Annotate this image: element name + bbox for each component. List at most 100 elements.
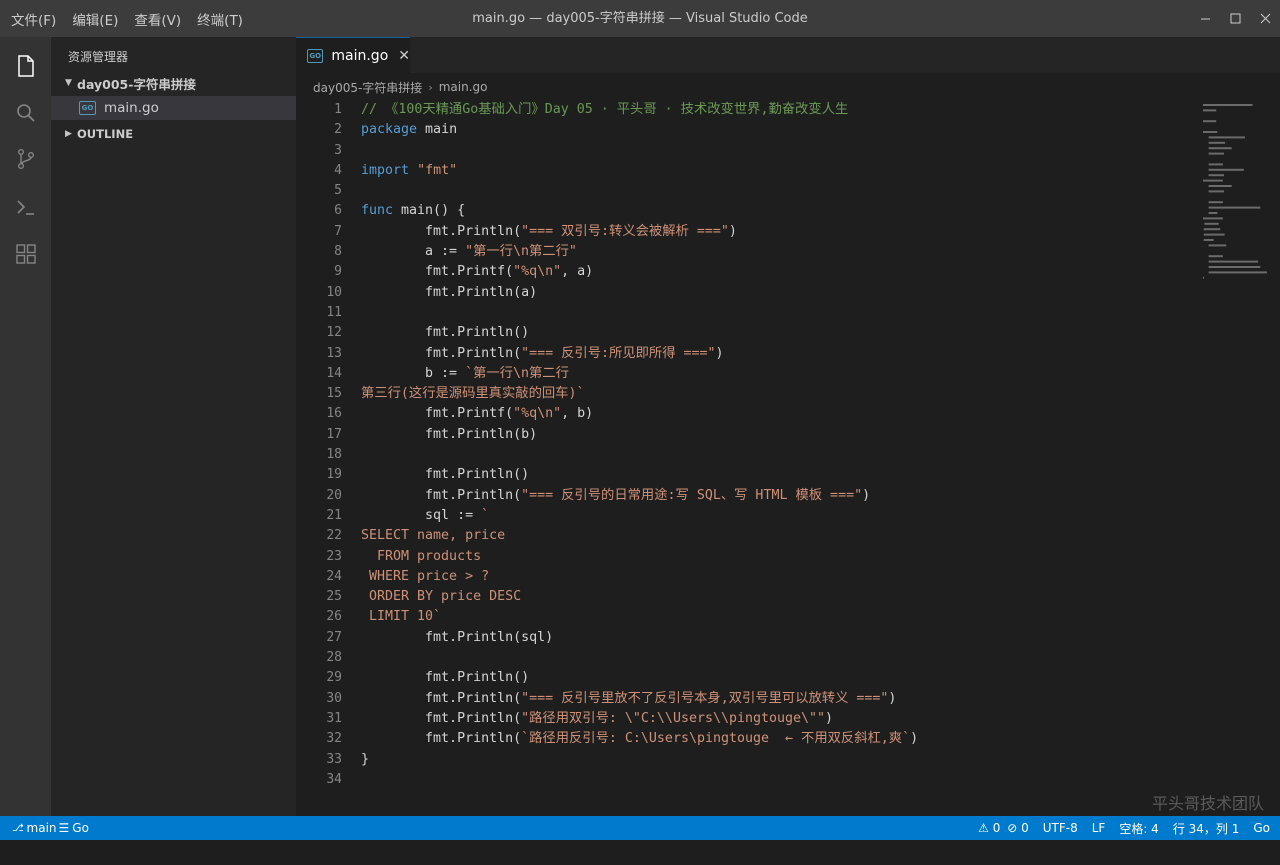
code-line[interactable]: // 《100天精通Go基础入门》Day 05 · 平头哥 · 技术改变世界,勤… <box>361 100 918 120</box>
code-line[interactable]: ORDER BY price DESC <box>361 587 918 607</box>
cursor-position[interactable]: 行 34，列 1 <box>1173 820 1240 837</box>
code-token: ) <box>862 487 871 503</box>
code-token: fmt.Println(sql) <box>361 629 554 645</box>
menu-view[interactable]: 查看(V) <box>126 9 189 29</box>
line-number: 10 <box>326 284 342 300</box>
line-number: 15 <box>326 386 342 402</box>
line-number: 34 <box>326 771 342 787</box>
language-mode[interactable]: Go <box>1253 821 1270 835</box>
extensions-button[interactable] <box>0 231 51 277</box>
minimap-line <box>1208 163 1223 166</box>
code-line[interactable]: SELECT name, price <box>361 526 918 546</box>
code-line[interactable]: fmt.Println("=== 双引号:转义会被解析 ===") <box>361 222 918 242</box>
file-row-main-go[interactable]: GO main.go <box>51 96 296 120</box>
explorer-button[interactable] <box>0 43 51 89</box>
problems-indicator[interactable]: ⚠ 0 ⊘ 0 <box>978 821 1029 835</box>
code-line[interactable]: func main() { <box>361 201 918 221</box>
code-line[interactable]: WHERE price > ? <box>361 567 918 587</box>
code-token: b := <box>361 365 466 381</box>
code-line[interactable]: fmt.Println("=== 反引号:所见即所得 ===") <box>361 344 918 364</box>
code-line[interactable] <box>361 141 918 161</box>
menu-bar: 文件(F) 编辑(E) 查看(V) 终端(T) <box>3 0 251 37</box>
line-number: 29 <box>326 670 342 686</box>
code-line[interactable]: fmt.Println("=== 反引号里放不了反引号本身,双引号里可以放转义 … <box>361 689 918 709</box>
close-icon <box>1260 13 1270 24</box>
code-token: } <box>361 751 370 767</box>
search-button[interactable] <box>0 90 51 136</box>
code-line[interactable]: sql := ` <box>361 506 918 526</box>
title-bar: 文件(F) 编辑(E) 查看(V) 终端(T) main.go — day005… <box>0 0 1280 37</box>
code-line[interactable]: fmt.Println() <box>361 323 918 343</box>
minimap-line <box>1208 201 1223 204</box>
code-token: fmt.Println(b) <box>361 426 538 442</box>
code-line[interactable] <box>361 303 918 323</box>
minimap-line <box>1203 131 1218 133</box>
encoding[interactable]: UTF-8 <box>1043 821 1078 835</box>
code-line[interactable]: fmt.Println(b) <box>361 425 918 445</box>
code-line[interactable]: fmt.Println() <box>361 465 918 485</box>
maximize-button[interactable] <box>1220 0 1250 37</box>
extensions-icon <box>15 244 36 264</box>
code-token: "%q\n" <box>513 264 562 280</box>
terminal-button[interactable] <box>0 184 51 230</box>
tab-main-go[interactable]: GO main.go ✕ <box>296 37 410 73</box>
language-left[interactable]: Go <box>72 821 89 835</box>
code-token: ) <box>728 223 737 239</box>
code-line[interactable]: import "fmt" <box>361 161 918 181</box>
code-token: "=== 反引号的日常用途:写 SQL、写 HTML 模板 ===" <box>521 487 863 503</box>
code-token: ) <box>910 731 919 747</box>
code-line[interactable] <box>361 648 918 668</box>
code-line[interactable]: } <box>361 750 918 770</box>
line-number: 12 <box>326 325 342 341</box>
menu-edit[interactable]: 编辑(E) <box>64 9 126 29</box>
close-button[interactable] <box>1250 0 1280 37</box>
code-line[interactable]: a := "第一行\n第二行" <box>361 242 918 262</box>
code-line[interactable]: LIMIT 10` <box>361 607 918 627</box>
minimap-line <box>1208 136 1245 139</box>
code-token: `第一行\n第二行 <box>465 365 569 381</box>
code-token: ) <box>888 690 897 706</box>
code-line[interactable]: fmt.Printf("%q\n", b) <box>361 404 918 424</box>
code-line[interactable]: FROM products <box>361 547 918 567</box>
indentation[interactable]: 空格: 4 <box>1119 820 1159 837</box>
code-line[interactable]: fmt.Println("路径用双引号: \"C:\\Users\\pingto… <box>361 709 918 729</box>
code-line[interactable] <box>361 770 918 790</box>
folder-row[interactable]: ▼ day005-字符串拼接 <box>51 71 296 95</box>
code-editor[interactable]: 1 2 3 4 5 6 7 8 9 10 11 12 13 14 15 16 17 18 19 20 21 22 23 24 2… <box>296 100 1280 816</box>
code-content[interactable]: // 《100天精通Go基础入门》Day 05 · 平头哥 · 技术改变世界,勤… <box>361 100 918 790</box>
source-control-button[interactable] <box>0 136 51 182</box>
code-line[interactable] <box>361 181 918 201</box>
code-line[interactable] <box>361 445 918 465</box>
chevron-down-icon: ▼ <box>65 78 72 88</box>
code-line[interactable]: fmt.Printf("%q\n", a) <box>361 262 918 282</box>
menu-file[interactable]: 文件(F) <box>3 9 64 29</box>
menu-terminal[interactable]: 终端(T) <box>189 9 251 29</box>
line-number: 31 <box>326 710 342 726</box>
breadcrumb-file[interactable]: main.go <box>439 80 488 94</box>
minimize-button[interactable] <box>1190 0 1220 37</box>
code-line[interactable]: fmt.Println(a) <box>361 283 918 303</box>
outline-section[interactable]: ▶ OUTLINE <box>51 122 296 146</box>
code-line[interactable]: fmt.Println("=== 反引号的日常用途:写 SQL、写 HTML 模… <box>361 486 918 506</box>
code-token: ORDER BY price DESC <box>361 589 522 605</box>
code-token: fmt.Println( <box>361 345 522 361</box>
code-line[interactable]: fmt.Println(sql) <box>361 628 918 648</box>
code-token: , b) <box>561 406 594 422</box>
code-token: // 《100天精通Go基础入门》Day 05 · 平头哥 · 技术改变世界,勤… <box>361 102 849 117</box>
code-line[interactable]: 第三行(这行是源码里真实敲的回车)` <box>361 384 918 404</box>
close-tab-icon[interactable]: ✕ <box>398 48 410 64</box>
code-line[interactable]: fmt.Println() <box>361 668 918 688</box>
branch-name[interactable]: main <box>27 821 57 835</box>
line-number: 22 <box>326 528 342 544</box>
end-of-line[interactable]: LF <box>1092 821 1106 835</box>
line-number: 32 <box>326 731 342 747</box>
code-token: fmt.Printf( <box>361 406 514 422</box>
breadcrumb-folder[interactable]: day005-字符串拼接 <box>313 79 422 96</box>
minimap[interactable] <box>1203 104 1273 288</box>
line-number: 24 <box>326 568 342 584</box>
code-line[interactable]: fmt.Println(`路径用反引号: C:\Users\pingtouge … <box>361 729 918 749</box>
code-line[interactable]: package main <box>361 120 918 140</box>
minimap-line <box>1203 276 1205 279</box>
code-line[interactable]: b := `第一行\n第二行 <box>361 364 918 384</box>
line-number: 7 <box>334 223 342 239</box>
